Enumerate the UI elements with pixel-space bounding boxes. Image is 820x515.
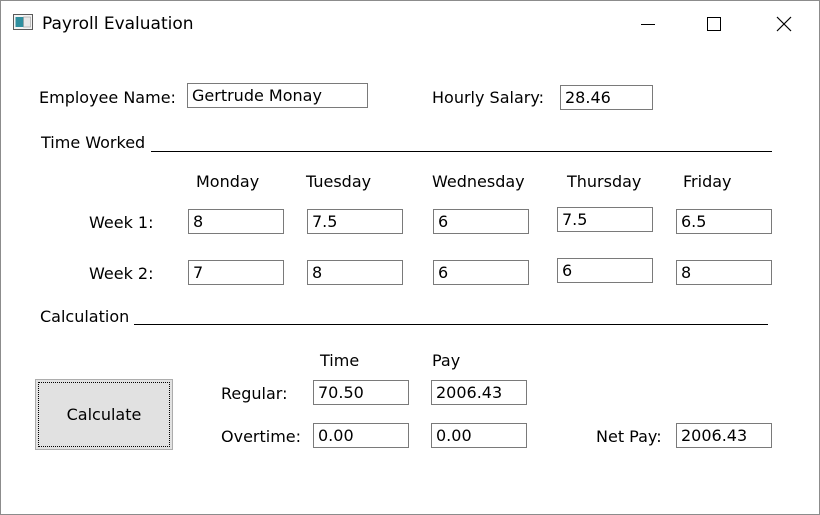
regular-time-field[interactable]: 70.50 [313,380,409,405]
calculation-label: Calculation [40,307,130,326]
maximize-button[interactable] [697,11,731,37]
week-2-tuesday-input[interactable]: 8 [307,260,403,285]
week-2-label: Week 2: [89,264,154,283]
app-icon [13,14,33,30]
calculate-button-label: Calculate [66,405,142,424]
employee-name-label: Employee Name: [39,88,176,107]
time-worked-divider [151,151,772,152]
week-1-monday-input[interactable]: 8 [188,209,284,234]
week-2-wednesday-input[interactable]: 6 [433,260,529,285]
net-pay-label: Net Pay: [596,427,662,446]
week-1-label: Week 1: [89,213,154,232]
day-header-tuesday: Tuesday [306,172,372,191]
calculation-divider [134,324,768,325]
overtime-time-field[interactable]: 0.00 [313,423,409,448]
regular-pay-field[interactable]: 2006.43 [431,380,527,405]
day-header-thursday: Thursday [567,172,642,191]
hourly-salary-label: Hourly Salary: [432,88,545,107]
week-1-tuesday-input[interactable]: 7.5 [307,209,403,234]
net-pay-field[interactable]: 2006.43 [676,423,772,448]
employee-name-input[interactable]: Gertrude Monay [187,83,368,108]
window-title: Payroll Evaluation [42,14,194,34]
calculate-button[interactable]: Calculate [35,379,173,450]
overtime-label: Overtime: [221,427,302,446]
minimize-icon [641,24,655,25]
time-column-header: Time [320,351,360,370]
week-2-thursday-input[interactable]: 6 [557,258,653,283]
week-2-monday-input[interactable]: 7 [188,260,284,285]
time-worked-label: Time Worked [41,133,146,152]
week-2-friday-input[interactable]: 8 [676,260,772,285]
week-1-thursday-input[interactable]: 7.5 [557,207,653,232]
title-bar[interactable]: Payroll Evaluation [1,1,819,47]
week-1-wednesday-input[interactable]: 6 [433,209,529,234]
regular-label: Regular: [221,384,288,403]
day-header-wednesday: Wednesday [432,172,525,191]
maximize-icon [707,17,721,31]
overtime-pay-field[interactable]: 0.00 [431,423,527,448]
minimize-button[interactable] [631,11,665,37]
week-1-friday-input[interactable]: 6.5 [676,209,772,234]
day-header-monday: Monday [196,172,260,191]
pay-column-header: Pay [432,351,461,370]
day-header-friday: Friday [683,172,732,191]
close-icon [776,16,792,32]
close-button[interactable] [767,11,801,37]
payroll-window: Payroll Evaluation Employee Name: Gertru… [0,0,820,515]
hourly-salary-input[interactable]: 28.46 [560,85,653,110]
